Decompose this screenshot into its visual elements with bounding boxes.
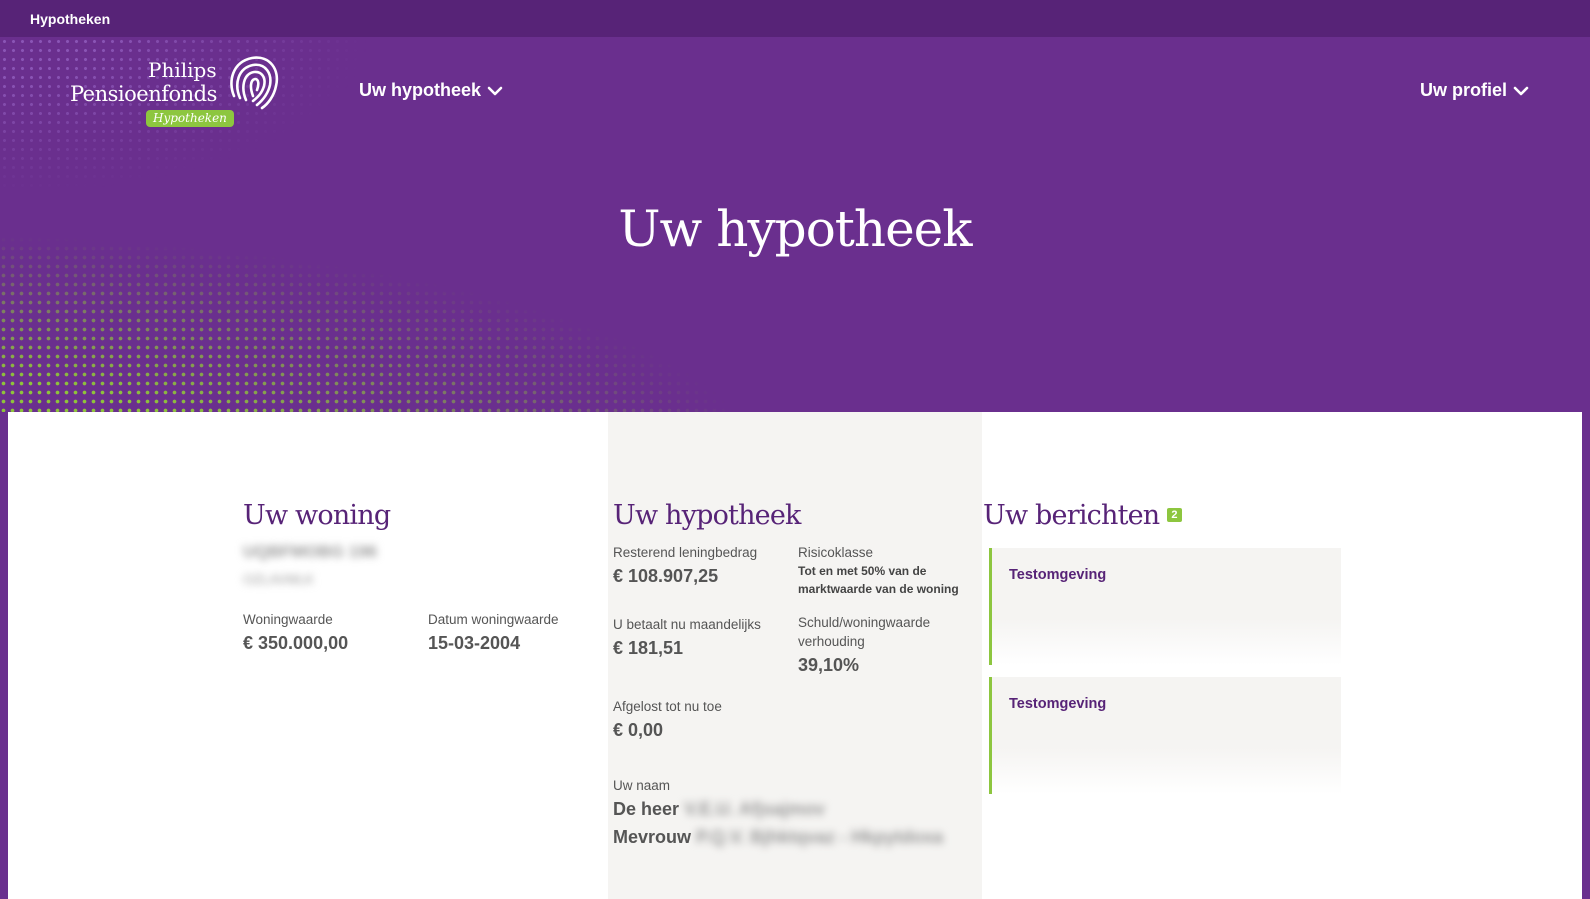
logo-line-2: Pensioenfonds <box>70 82 217 106</box>
message-card[interactable]: Testomgeving <box>989 677 1341 794</box>
message-title: Testomgeving <box>1009 567 1107 583</box>
message-title: Testomgeving <box>1009 696 1107 712</box>
chevron-down-icon <box>1513 86 1529 95</box>
resterend-value: € 108.907,25 <box>613 566 719 586</box>
nav-uw-hypotheek-label: Uw hypotheek <box>359 80 482 100</box>
woning-address-line1: UQBFMOBG 196 <box>243 542 378 561</box>
message-card[interactable]: Testomgeving <box>989 548 1341 665</box>
schuld-value: 39,10% <box>798 655 860 675</box>
naam-2: Mevrouw P.Q.V. Bjhktqvaz - Hkpytdoxa <box>613 827 944 847</box>
naam-label: Uw naam <box>613 778 671 793</box>
afgelost-value: € 0,00 <box>613 720 664 740</box>
maandelijks-label: U betaalt nu maandelijks <box>613 617 761 632</box>
nav-uw-hypotheek[interactable]: Uw hypotheek <box>359 80 503 101</box>
top-bar: Hypotheken <box>0 0 1590 44</box>
schuld-label-line2: verhouding <box>798 634 865 649</box>
tab-hypotheken[interactable]: Hypotheken <box>30 11 110 27</box>
main-content: Uw woning UQBFMOBG 196 OZLAVMLK Woningwa… <box>8 412 1582 899</box>
risicoklasse-value-line2: marktwaarde van de woning <box>798 582 959 596</box>
philips-pensioenfonds-logo[interactable]: Philips Pensioenfonds Hypotheken <box>70 56 290 128</box>
logo-line-1: Philips <box>148 58 217 82</box>
risicoklasse-value-line1: Tot en met 50% van de <box>798 564 927 578</box>
berichten-heading: Uw berichten 2 <box>983 500 1182 531</box>
datum-woningwaarde-value: 15-03-2004 <box>428 633 521 653</box>
nav-uw-profiel[interactable]: Uw profiel <box>1420 80 1529 101</box>
afgelost-label: Afgelost tot nu toe <box>613 699 722 714</box>
chevron-down-icon <box>487 86 503 95</box>
berichten-count-badge: 2 <box>1167 508 1182 522</box>
woningwaarde-label: Woningwaarde <box>243 612 333 627</box>
page-title: Uw hypotheek <box>618 200 972 258</box>
naam-1: De heer V.E.U. Afjsajmov <box>613 799 825 819</box>
schuld-label-line1: Schuld/woningwaarde <box>798 615 931 630</box>
hypotheek-heading: Uw hypotheek <box>613 500 801 531</box>
resterend-label: Resterend leningbedrag <box>613 545 758 560</box>
woning-address-line2: OZLAVMLK <box>243 572 315 587</box>
logo-badge: Hypotheken <box>146 110 234 127</box>
woningwaarde-value: € 350.000,00 <box>243 633 349 653</box>
datum-woningwaarde-label: Datum woningwaarde <box>428 612 559 627</box>
fingerprint-logo-icon <box>230 56 279 110</box>
woning-heading: Uw woning <box>243 500 391 531</box>
maandelijks-value: € 181,51 <box>613 638 684 658</box>
risicoklasse-label: Risicoklasse <box>798 545 874 560</box>
nav-uw-profiel-label: Uw profiel <box>1420 80 1508 100</box>
